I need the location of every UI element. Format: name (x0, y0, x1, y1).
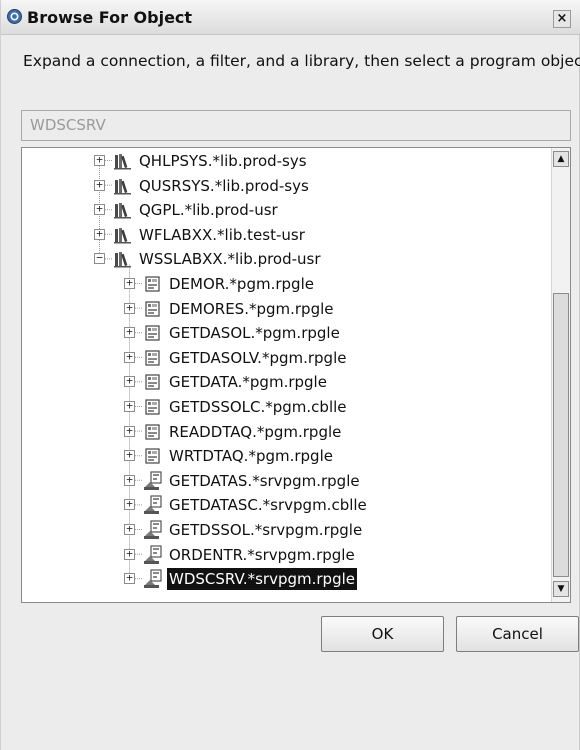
program-icon (143, 348, 163, 368)
program-icon (143, 323, 163, 343)
tree-node-label: READDTAQ.*pgm.rpgle (169, 422, 342, 441)
scroll-down-button[interactable]: ▼ (553, 581, 569, 597)
scroll-thumb[interactable] (553, 293, 569, 577)
program-icon (143, 397, 163, 417)
close-button[interactable]: × (553, 10, 571, 28)
expand-icon[interactable]: + (124, 302, 135, 314)
expand-icon[interactable]: + (124, 425, 135, 437)
browse-for-object-dialog: Browse For Object × Expand a connection,… (0, 0, 580, 750)
window-title: Browse For Object (27, 8, 193, 27)
scroll-down-icon: ▼ (557, 584, 565, 594)
tree-node-label: WRTDTAQ.*pgm.rpgle (169, 447, 333, 466)
program-icon (143, 299, 163, 319)
library-icon (113, 200, 133, 220)
object-tree[interactable]: + QHLPSYS.*lib.prod-sys + QUSRSYS.*lib.prod… (21, 147, 571, 603)
expand-icon[interactable]: + (124, 277, 135, 289)
service-program-icon (143, 495, 163, 515)
instruction-text: Expand a connection, a filter, and a lib… (23, 52, 580, 70)
expand-icon[interactable]: + (124, 474, 135, 486)
expand-icon[interactable]: + (94, 203, 105, 216)
expand-icon[interactable]: + (124, 548, 135, 560)
tree-node-label: DEMOR.*pgm.rpgle (169, 275, 314, 293)
scroll-up-icon: ▲ (557, 154, 565, 164)
expand-icon[interactable]: + (124, 523, 135, 535)
tree-node-label: QGPL.*lib.prod-usr (139, 201, 278, 220)
program-icon (143, 422, 163, 442)
tree-node-label: GETDSSOL.*srvpgm.rpgle (169, 521, 363, 539)
library-icon (113, 225, 133, 245)
app-icon (7, 9, 22, 24)
title-bar[interactable]: Browse For Object × (1, 0, 580, 35)
library-icon (113, 151, 133, 171)
tree-node-label: WSSLABXX.*lib.prod-usr (139, 250, 321, 269)
expand-icon[interactable]: + (94, 228, 105, 240)
program-icon (143, 372, 163, 392)
close-icon: × (556, 11, 568, 26)
collapse-icon[interactable]: − (94, 252, 105, 265)
expand-icon[interactable]: + (124, 351, 135, 363)
tree-node-label: WDSCSRV.*srvpgm.rpgle (167, 568, 357, 591)
ok-button[interactable]: OK (321, 616, 444, 652)
program-icon (143, 446, 163, 466)
connection-field: WDSCSRV (21, 110, 571, 141)
library-icon (113, 176, 133, 196)
tree-node-label: GETDATASC.*srvpgm.cblle (169, 496, 367, 515)
expand-icon[interactable]: + (124, 375, 135, 388)
service-program-icon (143, 471, 163, 491)
expand-icon[interactable]: + (124, 498, 135, 511)
tree-node-label: WFLABXX.*lib.test-usr (139, 225, 305, 244)
expand-icon[interactable]: + (124, 449, 135, 462)
vertical-scrollbar[interactable]: ▲ ▼ (551, 148, 570, 602)
tree-node-label: GETDASOL.*pgm.rpgle (169, 324, 340, 343)
service-program-icon (143, 545, 163, 565)
tree-node-label: ORDENTR.*srvpgm.rpgle (169, 545, 355, 564)
library-icon (113, 249, 133, 269)
tree-node-label: GETDATAS.*srvpgm.rpgle (169, 471, 360, 490)
expand-icon[interactable]: + (94, 154, 105, 166)
program-icon (143, 274, 163, 294)
cancel-button[interactable]: Cancel (456, 616, 579, 652)
expand-icon[interactable]: + (124, 400, 135, 412)
expand-icon[interactable]: + (124, 572, 135, 585)
tree-node-label: QHLPSYS.*lib.prod-sys (139, 152, 307, 170)
tree-node-label: DEMORES.*pgm.rpgle (169, 299, 334, 318)
tree-node-label: GETDASOLV.*pgm.rpgle (169, 348, 347, 367)
expand-icon[interactable]: + (94, 179, 105, 191)
tree-node-label: GETDSSOLC.*pgm.cblle (169, 398, 347, 416)
tree-node-label: GETDATA.*pgm.rpgle (169, 373, 327, 392)
service-program-icon (143, 520, 163, 540)
scroll-up-button[interactable]: ▲ (553, 151, 569, 167)
expand-icon[interactable]: + (124, 326, 135, 339)
tree-node-label: QUSRSYS.*lib.prod-sys (139, 176, 309, 195)
service-program-icon (143, 569, 163, 589)
